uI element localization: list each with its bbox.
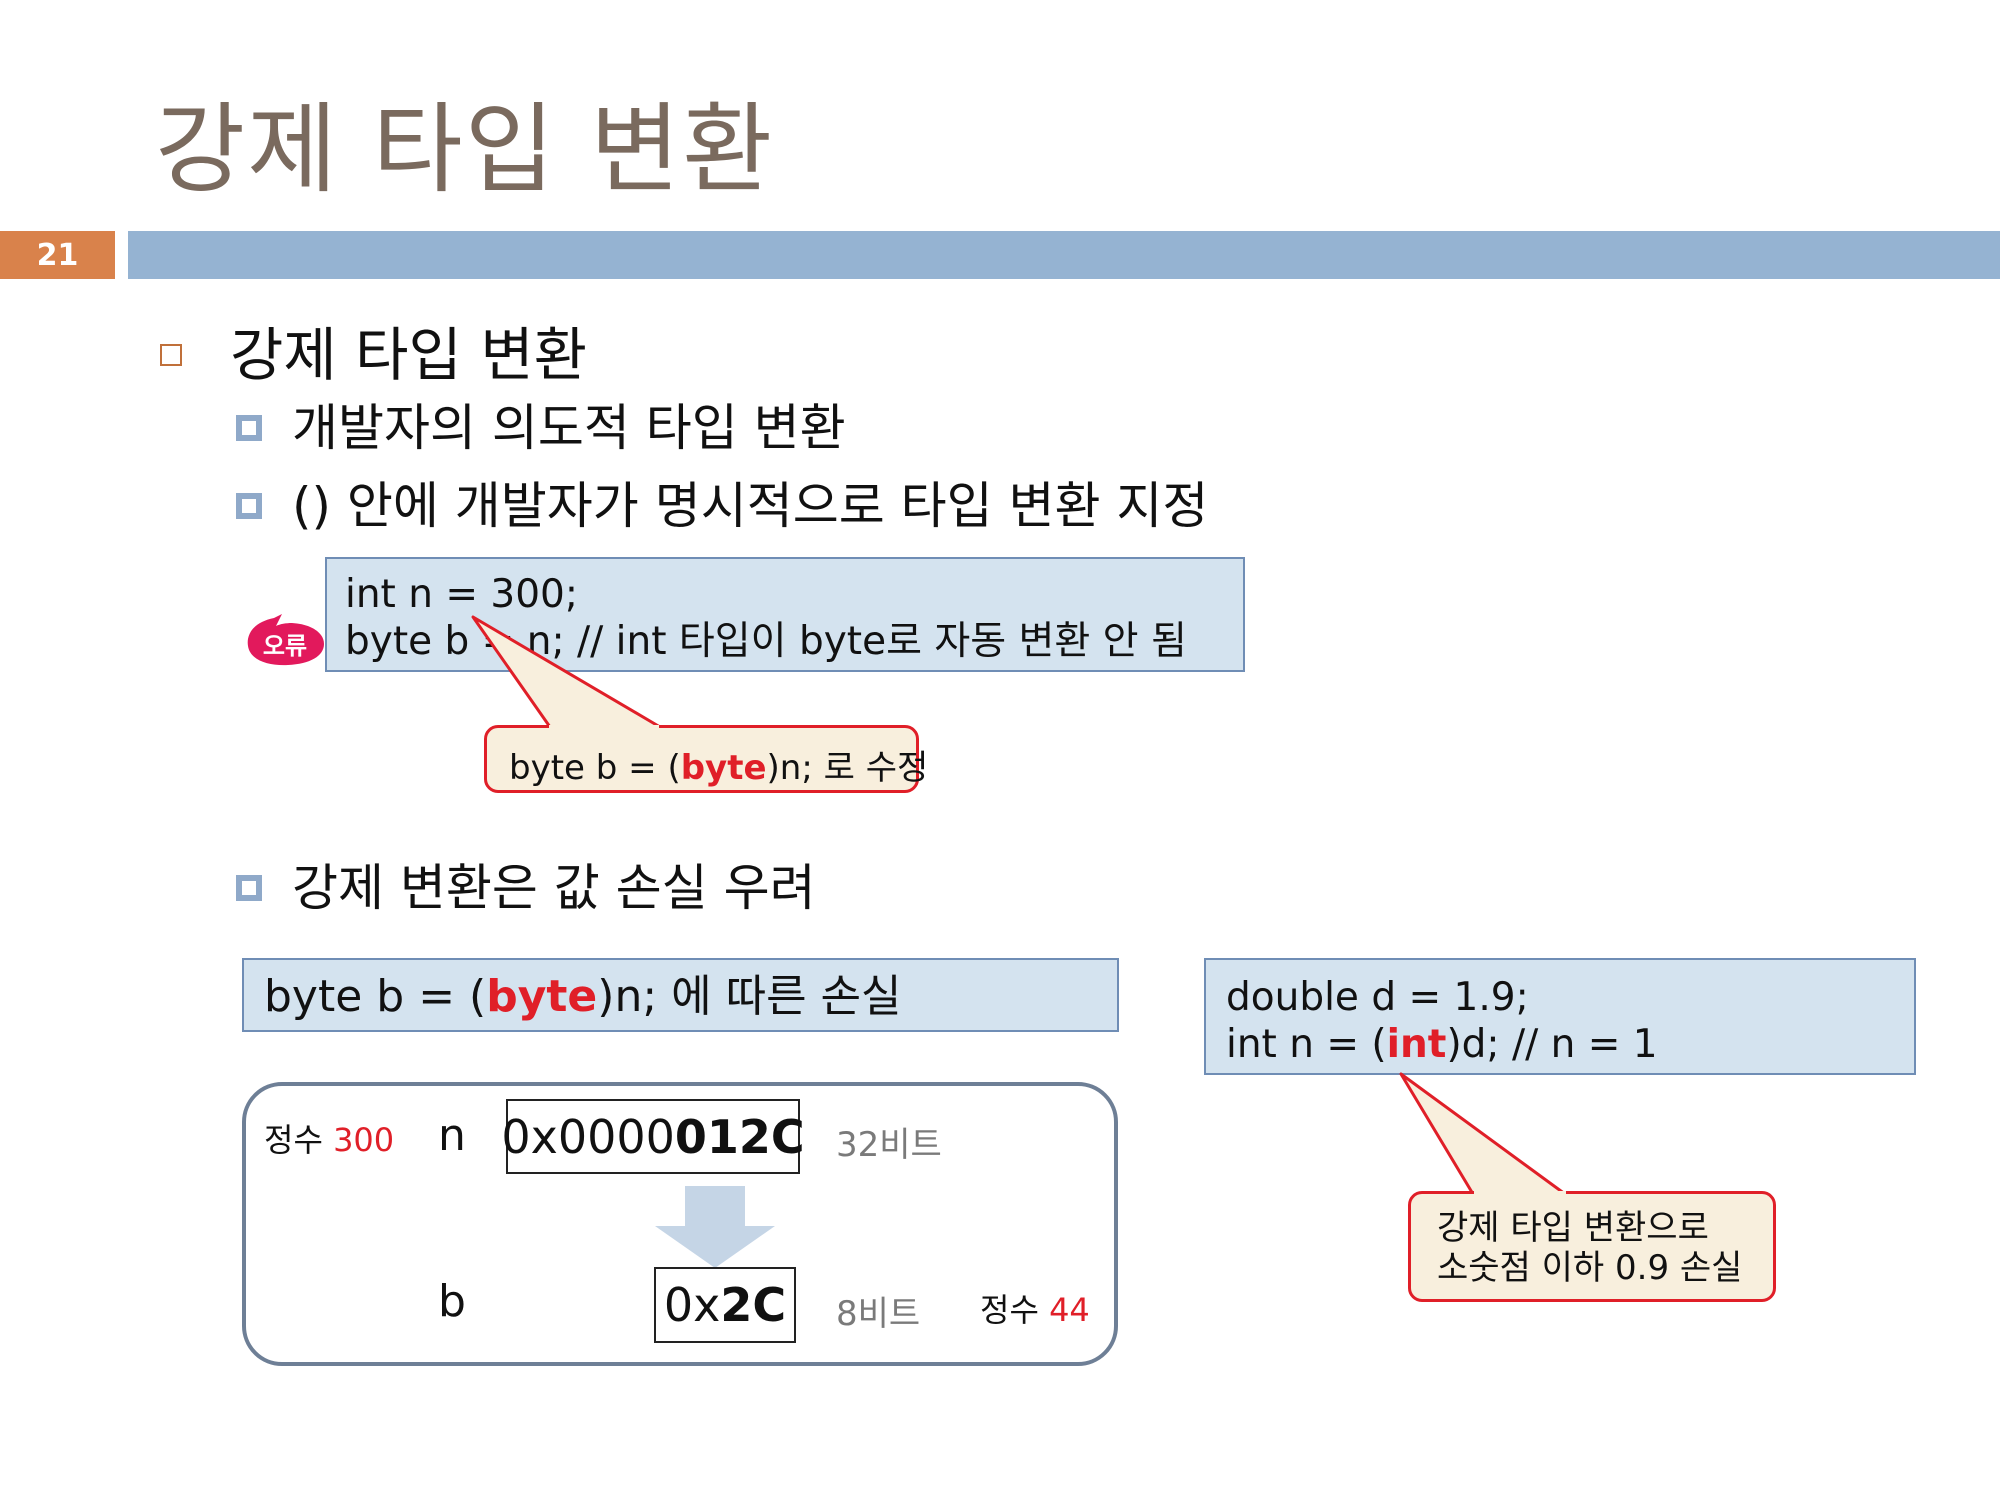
code2-line-2-suffix: )d; // n = 1 [1446, 1022, 1658, 1067]
loss-prefix: byte b = ( [264, 971, 487, 1022]
b-hex-prefix: 0x [663, 1278, 721, 1332]
callout-2-pointer [1399, 1072, 1567, 1196]
n-integer-prefix: 정수 [264, 1121, 323, 1159]
down-arrow-icon [655, 1186, 775, 1268]
b-integer-prefix: 정수 [980, 1291, 1039, 1329]
square-bullet-icon [160, 343, 182, 366]
page-number: 21 [0, 231, 115, 279]
error-badge-icon: 오류 [247, 614, 324, 666]
bullet-sub-2-text: () 안에 개발자가 명시적으로 타입 변환 지정 [292, 477, 1209, 535]
n-variable: n [438, 1110, 466, 1161]
callout-loss-note: 강제 타입 변환으로 소숫점 이하 0.9 손실 [1408, 1191, 1776, 1302]
b-integer-label: 정수 44 [980, 1285, 1090, 1331]
b-hex-bold: 2C [720, 1278, 787, 1332]
bullet-main: 강제 타입 변환 [160, 308, 587, 392]
n-hex-box: 0x0000 012C [501, 1099, 805, 1174]
callout-loss-line-1: 강제 타입 변환으로 [1437, 1208, 1709, 1248]
b-hex-box: 0x 2C [654, 1267, 796, 1343]
bullet-sub-1: 개발자의 의도적 타입 변환 [236, 388, 846, 460]
title-bar-divider [128, 231, 2000, 279]
code2-line-2-keyword: int [1386, 1022, 1447, 1067]
code2-line-1: double d = 1.9; [1226, 975, 1529, 1020]
n-integer-value: 300 [333, 1121, 395, 1159]
b-integer-value: 44 [1049, 1291, 1090, 1329]
callout-loss-line-2: 소숫점 이하 0.9 손실 [1437, 1248, 1743, 1288]
square-bullet-icon [236, 492, 262, 519]
callout-fix: byte b = (byte)n; 로 수정 [484, 725, 928, 793]
bullet-sub-1-text: 개발자의 의도적 타입 변환 [292, 399, 846, 457]
b-bits-label: 8비트 [836, 1294, 921, 1334]
n-hex-prefix: 0x0000 [501, 1109, 675, 1164]
bullet-sub-3: 강제 변환은 값 손실 우려 [236, 848, 816, 920]
bullet-sub-2: () 안에 개발자가 명시적으로 타입 변환 지정 [236, 466, 1208, 538]
error-badge-text: 오류 [263, 632, 307, 660]
n-integer-label: 정수 300 [264, 1115, 394, 1161]
callout-fix-prefix: byte b = ( [509, 748, 681, 788]
b-variable: b [438, 1276, 466, 1327]
bullet-main-text: 강제 타입 변환 [230, 321, 588, 389]
bullet-sub-3-text: 강제 변환은 값 손실 우려 [292, 859, 816, 917]
callout-fix-keyword: byte [680, 748, 767, 788]
callout-2-join [1474, 1191, 1566, 1194]
loss-title-box: byte b = (byte)n; 에 따른 손실 [242, 958, 1119, 1032]
code-example-2: double d = 1.9; int n = (int)d; // n = 1 [1204, 958, 1916, 1075]
n-hex-bold: 012C [674, 1109, 805, 1164]
code2-line-2-prefix: int n = ( [1226, 1022, 1387, 1067]
slide-title: 강제 타입 변환 [155, 93, 775, 207]
callout-1-pointer [471, 615, 662, 729]
code-line-1: int n = 300; [345, 572, 579, 617]
square-bullet-icon [236, 874, 262, 901]
callout-1-join [549, 725, 659, 728]
callout-fix-suffix: )n; 로 수정 [766, 748, 929, 788]
square-bullet-icon [236, 414, 262, 441]
loss-keyword: byte [486, 971, 598, 1022]
n-bits-label: 32비트 [836, 1125, 942, 1165]
code2-line-2: int n = (int)d; // n = 1 [1226, 1021, 1914, 1068]
loss-suffix: )n; 에 따른 손실 [597, 971, 902, 1022]
